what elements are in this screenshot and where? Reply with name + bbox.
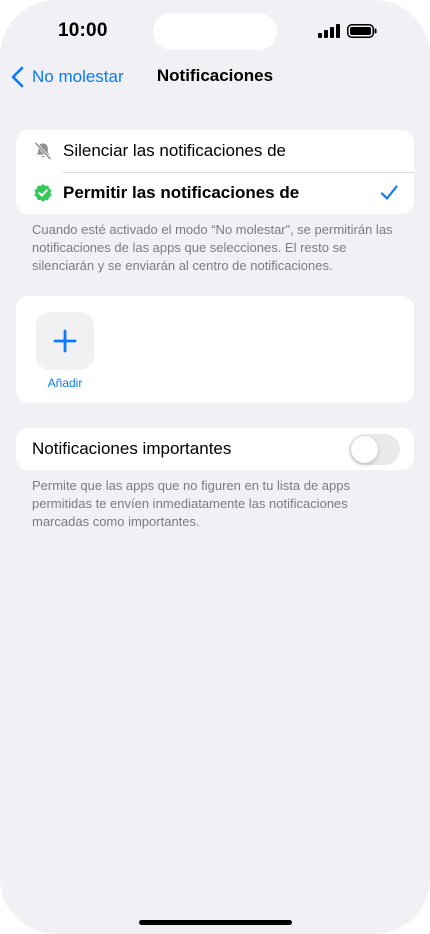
dynamic-island <box>153 13 277 50</box>
option-silence-label: Silenciar las notificaciones de <box>63 141 287 160</box>
notification-mode-group: Silenciar las notificaciones de Permitir… <box>16 130 414 214</box>
page-title: Notificaciones <box>156 66 274 85</box>
verified-badge-icon <box>33 183 53 203</box>
important-notifications-group: Notificaciones importantes <box>16 428 414 470</box>
battery-icon <box>347 24 377 38</box>
toggle-knob <box>351 436 378 463</box>
plus-icon <box>53 329 77 353</box>
allowed-apps-group: Añadir <box>16 296 414 403</box>
important-notifications-label: Notificaciones importantes <box>32 439 232 458</box>
option-silence[interactable]: Silenciar las notificaciones de <box>16 130 414 172</box>
important-footnote: Permite que las apps que no figuren en t… <box>32 478 350 529</box>
home-indicator[interactable] <box>139 920 292 925</box>
add-app-label[interactable]: Añadir <box>30 376 100 390</box>
phone-screen: 10:00 No molestar Notificaciones Silenci… <box>0 0 430 934</box>
signal-icon <box>318 24 340 38</box>
option-allow[interactable]: Permitir las notificaciones de <box>16 172 414 214</box>
important-notifications-toggle[interactable] <box>349 434 400 465</box>
status-time: 10:00 <box>58 20 108 41</box>
add-app-button[interactable] <box>36 312 94 370</box>
mode-footnote: Cuando esté activado el modo “No molesta… <box>32 222 393 273</box>
option-allow-label: Permitir las notificaciones de <box>63 183 300 202</box>
checkmark-icon <box>380 185 398 200</box>
bell-slash-icon <box>33 141 53 161</box>
